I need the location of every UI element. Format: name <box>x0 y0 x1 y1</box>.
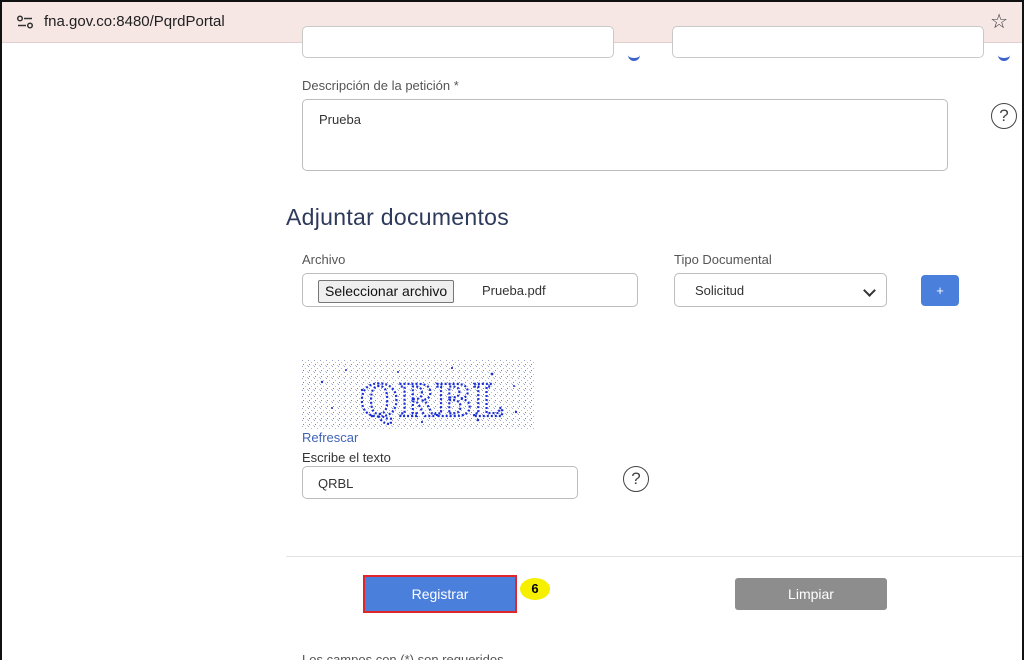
browser-window: fna.gov.co:8480/PqrdPortal ☆ Descripción… <box>0 0 1024 660</box>
register-button[interactable]: Registrar <box>363 575 517 613</box>
doc-type-label: Tipo Documental <box>674 252 772 267</box>
captcha-input[interactable]: QRBL <box>302 466 578 499</box>
file-label: Archivo <box>302 252 346 267</box>
file-name: Prueba.pdf <box>482 283 546 298</box>
captcha-text: QRBL <box>360 376 503 427</box>
captcha-help-icon[interactable]: ? <box>623 466 649 492</box>
star-icon[interactable]: ☆ <box>990 9 1008 34</box>
page-content: Descripción de la petición * Prueba ? Ad… <box>2 26 1022 660</box>
previous-field-right[interactable] <box>672 26 984 58</box>
description-label: Descripción de la petición * <box>302 78 459 93</box>
captcha-input-value: QRBL <box>318 476 354 491</box>
description-textarea[interactable]: Prueba <box>302 99 948 171</box>
doc-type-select[interactable]: Solicitud <box>674 273 887 307</box>
previous-field-left[interactable] <box>302 26 614 58</box>
previous-help-icon[interactable] <box>628 52 640 61</box>
description-value: Prueba <box>319 112 361 127</box>
divider <box>286 556 1022 557</box>
choose-file-button[interactable]: Seleccionar archivo <box>318 280 455 303</box>
captcha-input-label: Escribe el texto <box>302 450 391 465</box>
description-help-icon[interactable]: ? <box>991 103 1017 129</box>
url-text[interactable]: fna.gov.co:8480/PqrdPortal <box>44 13 225 30</box>
captcha-image: QRBL <box>302 360 534 430</box>
refresh-captcha-link[interactable]: Refrescar <box>302 430 358 445</box>
required-fields-note: Los campos con (*) son requeridos <box>302 652 504 660</box>
attachments-title: Adjuntar documentos <box>286 204 510 230</box>
chevron-down-icon <box>863 284 876 297</box>
previous-help-icon-right[interactable] <box>998 52 1010 61</box>
clear-button[interactable]: Limpiar <box>735 578 887 610</box>
add-document-button[interactable]: + <box>921 275 959 306</box>
file-input[interactable]: Seleccionar archivo Prueba.pdf <box>302 273 638 307</box>
doc-type-value: Solicitud <box>695 283 745 298</box>
site-settings-icon[interactable] <box>16 15 34 29</box>
step-badge: 6 <box>520 578 550 600</box>
